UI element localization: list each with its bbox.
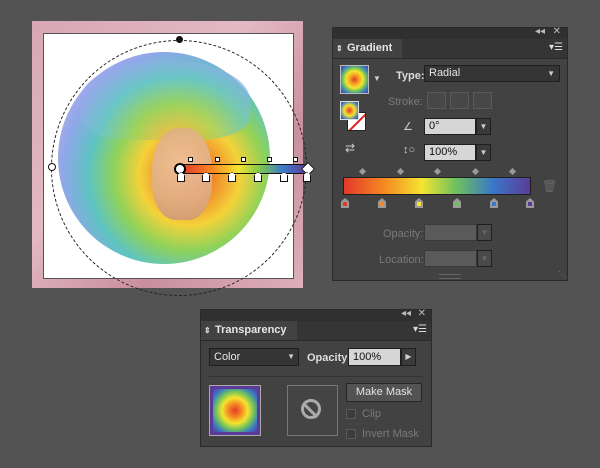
gradient-midpoint[interactable]	[508, 167, 517, 176]
angle-value: 0°	[429, 120, 440, 132]
opacity-slider-button[interactable]: ▶	[401, 348, 416, 366]
color-stop[interactable]	[490, 198, 498, 208]
annotator-midpoint[interactable]	[293, 157, 298, 162]
gradient-annotator-bar[interactable]	[181, 164, 308, 174]
clip-label: Clip	[362, 408, 381, 420]
close-icon[interactable]: ✕	[418, 308, 426, 319]
annotator-midpoint[interactable]	[188, 157, 193, 162]
gradient-slider[interactable]	[343, 177, 531, 195]
stop-location-dropdown[interactable]: ▼	[477, 250, 492, 267]
tab-expand-icon: ⇕	[204, 326, 211, 335]
opacity-label: Opacity:	[307, 352, 352, 364]
angle-input[interactable]: 0°	[424, 118, 476, 135]
tab-gradient[interactable]: ⇕ Gradient	[333, 39, 403, 58]
type-value: Radial	[429, 67, 461, 79]
angle-icon: ∠	[403, 121, 413, 133]
no-mask-icon	[301, 399, 321, 419]
collapse-icon[interactable]: ◂◂	[535, 26, 545, 37]
gradient-midpoint[interactable]	[358, 167, 367, 176]
tab-transparency[interactable]: ⇕ Transparency	[201, 321, 297, 340]
gradient-midpoint[interactable]	[433, 167, 442, 176]
aspect-ratio-input[interactable]: 100%	[424, 144, 476, 161]
blend-mode-select[interactable]: Color ▼	[209, 348, 299, 366]
opacity-input[interactable]: 100%	[348, 348, 401, 366]
gradient-midpoint[interactable]	[396, 167, 405, 176]
stroke-label: Stroke:	[388, 96, 423, 108]
chevron-down-icon: ▼	[547, 69, 555, 78]
stroke-within-button[interactable]	[427, 92, 446, 109]
make-mask-label: Make Mask	[355, 386, 413, 398]
gradient-panel: ◂◂ ✕ ⇕ Gradient ▾☰ ▼ ⇄ Type: Radial ▼ Stro…	[332, 26, 568, 281]
close-icon[interactable]: ✕	[553, 26, 561, 37]
resize-corner-icon[interactable]: ⋱	[558, 270, 566, 279]
angle-dropdown[interactable]: ▼	[476, 118, 491, 135]
collapse-icon[interactable]: ◂◂	[401, 308, 411, 319]
opacity-label: Opacity:	[383, 228, 424, 240]
reverse-gradient-icon[interactable]: ⇄	[345, 141, 355, 155]
divider	[209, 376, 423, 377]
type-select[interactable]: Radial ▼	[424, 65, 560, 82]
type-label: Type:	[396, 70, 425, 82]
transparency-panel: ◂◂ ✕ ⇕ Transparency ▾☰ Color ▼ Opacity: 10…	[200, 308, 432, 447]
color-stop[interactable]	[526, 198, 534, 208]
trash-icon[interactable]: 🗑	[542, 179, 557, 193]
tab-expand-icon: ⇕	[336, 44, 343, 53]
color-stop[interactable]	[415, 198, 423, 208]
stroke-across-button[interactable]	[473, 92, 492, 109]
invert-mask-checkbox[interactable]	[346, 429, 356, 439]
tab-label: Gradient	[347, 42, 393, 54]
gradient-thumbnail[interactable]	[340, 65, 369, 94]
blend-mode-value: Color	[214, 351, 241, 363]
stroke-along-button[interactable]	[450, 92, 469, 109]
aspect-ratio-dropdown[interactable]: ▼	[476, 144, 491, 161]
gradient-midpoint[interactable]	[471, 167, 480, 176]
annotator-left-handle[interactable]	[48, 163, 56, 171]
panel-menu-icon[interactable]: ▾☰	[413, 324, 427, 335]
resize-grip[interactable]	[439, 274, 461, 279]
mask-thumbnail[interactable]	[287, 385, 338, 436]
color-stop[interactable]	[453, 198, 461, 208]
invert-mask-label: Invert Mask	[362, 428, 419, 440]
annotator-midpoint[interactable]	[215, 157, 220, 162]
thumbnail-dropdown-icon[interactable]: ▼	[373, 74, 381, 83]
aspect-ratio-icon: ↕○	[403, 144, 416, 156]
stop-opacity-input[interactable]	[424, 224, 477, 241]
fill-swatch[interactable]	[340, 101, 359, 120]
stop-opacity-dropdown[interactable]: ▼	[477, 224, 492, 241]
panel-menu-icon[interactable]: ▾☰	[549, 42, 563, 53]
make-mask-button[interactable]: Make Mask	[346, 383, 422, 402]
annotator-midpoint[interactable]	[267, 157, 272, 162]
color-stop[interactable]	[378, 198, 386, 208]
clip-checkbox[interactable]	[346, 409, 356, 419]
annotator-midpoint[interactable]	[241, 157, 246, 162]
stop-location-input[interactable]	[424, 250, 477, 267]
aspect-ratio-value: 100%	[429, 146, 458, 158]
object-thumbnail[interactable]	[209, 385, 261, 436]
annotator-top-handle[interactable]	[176, 36, 183, 43]
tab-label: Transparency	[215, 324, 287, 336]
opacity-value: 100%	[353, 351, 382, 363]
color-stop[interactable]	[341, 198, 349, 208]
location-label: Location:	[379, 254, 424, 266]
chevron-down-icon: ▼	[287, 352, 295, 361]
